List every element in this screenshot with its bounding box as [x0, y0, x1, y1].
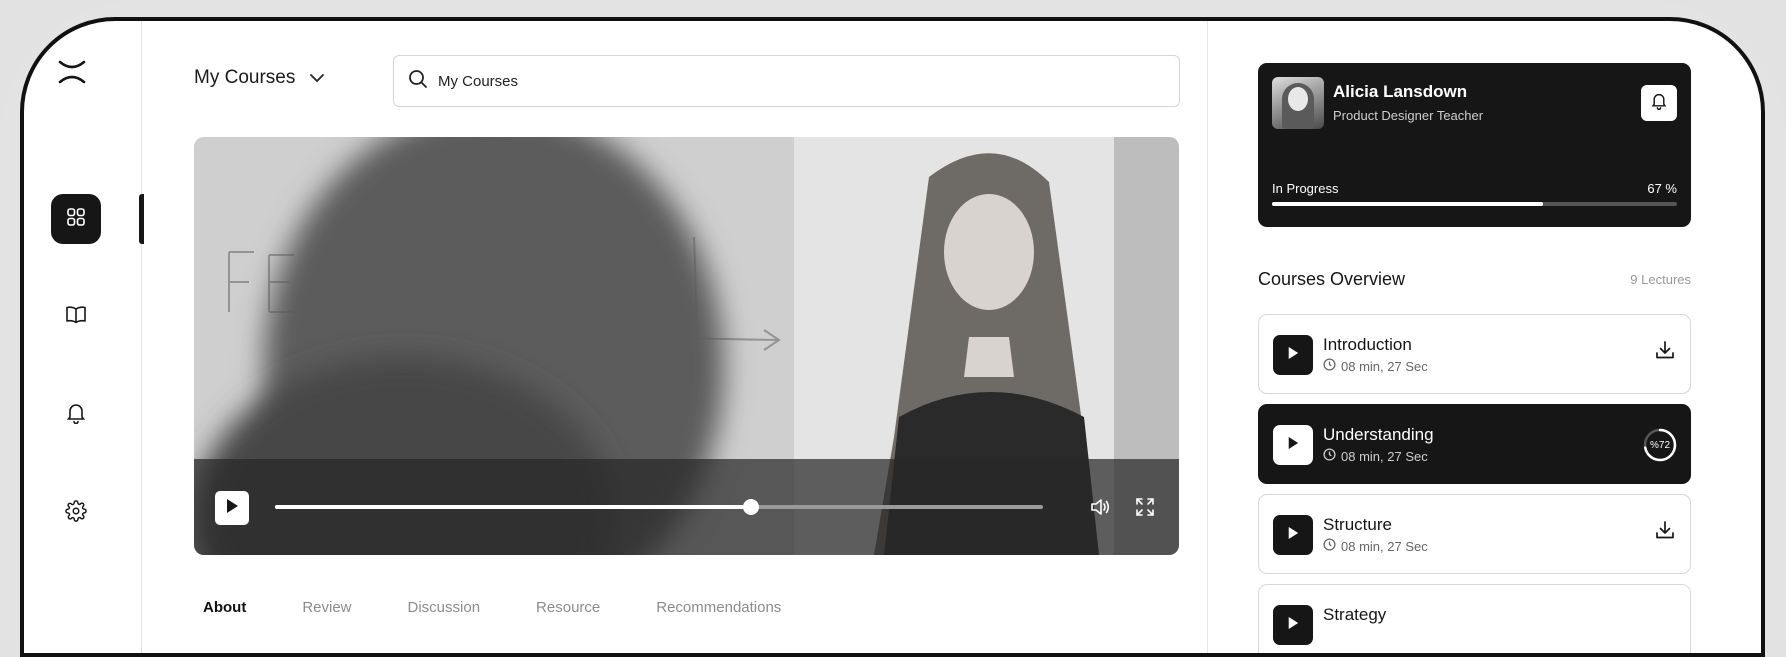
lecture-title: Strategy: [1323, 605, 1387, 624]
app-logo-icon[interactable]: [57, 57, 87, 87]
teacher-name: Alicia Lansdown: [1333, 82, 1468, 101]
overview-title: Courses Overview: [1258, 269, 1406, 289]
search-icon: [408, 69, 428, 94]
sidebar: [24, 21, 144, 653]
app-screen: My Courses My Courses About Review Discu…: [20, 17, 1765, 657]
lecture-item[interactable]: Structure 08 min, 27 Sec: [1258, 494, 1691, 574]
fullscreen-icon[interactable]: [1134, 496, 1156, 523]
course-tabs: About Review Discussion Resource Recomme…: [194, 599, 790, 616]
lecture-play-button[interactable]: [1273, 335, 1313, 375]
lecture-title: Structure: [1323, 515, 1392, 534]
tab-resource[interactable]: Resource: [527, 599, 609, 616]
tab-recommendations[interactable]: Recommendations: [647, 599, 790, 616]
lecture-title: Understanding: [1323, 425, 1434, 444]
main-content: My Courses My Courses About Review Discu…: [142, 21, 1208, 653]
lecture-item[interactable]: Introduction 08 min, 27 Sec: [1258, 314, 1691, 394]
lecture-duration: 08 min, 27 Sec: [1323, 448, 1428, 464]
device-frame: My Courses My Courses About Review Discu…: [0, 0, 1786, 657]
video-player[interactable]: [194, 137, 1179, 555]
gear-icon: [65, 499, 87, 527]
tab-about[interactable]: About: [194, 599, 255, 616]
clock-icon: [1323, 358, 1336, 374]
play-icon: [1287, 526, 1299, 545]
avatar[interactable]: [1272, 77, 1324, 129]
progress-label: In Progress: [1272, 181, 1339, 196]
play-icon: [1287, 346, 1299, 365]
course-progress-bar: [1272, 202, 1677, 206]
teacher-role: Product Designer Teacher: [1333, 108, 1484, 123]
play-icon: [225, 498, 239, 519]
progress-value: 67 %: [1647, 181, 1677, 196]
clock-icon: [1323, 538, 1336, 554]
download-icon[interactable]: [1654, 519, 1676, 546]
lecture-play-button[interactable]: [1273, 425, 1313, 465]
lecture-count: 9 Lectures: [1630, 272, 1691, 287]
play-button[interactable]: [215, 491, 249, 525]
tab-discussion[interactable]: Discussion: [399, 599, 490, 616]
play-icon: [1287, 436, 1299, 455]
play-icon: [1287, 616, 1299, 635]
video-seek-bar[interactable]: [275, 499, 1043, 515]
course-selector[interactable]: My Courses: [194, 67, 325, 89]
tab-review[interactable]: Review: [293, 599, 360, 616]
video-seek-progress: [275, 505, 752, 509]
bell-icon: [1651, 92, 1667, 115]
bell-icon: [66, 402, 86, 429]
sidebar-item-courses[interactable]: [51, 292, 101, 342]
lecture-progress-text: %72: [1649, 439, 1670, 451]
book-open-icon: [65, 305, 87, 330]
lecture-duration-text: 08 min, 27 Sec: [1341, 538, 1428, 554]
lecture-play-button[interactable]: [1273, 605, 1313, 645]
sidebar-item-dashboard[interactable]: [51, 194, 101, 244]
lecture-title: Introduction: [1323, 335, 1412, 354]
lecture-item-active[interactable]: Understanding 08 min, 27 Sec %72: [1258, 404, 1691, 484]
search-input[interactable]: [438, 72, 1138, 90]
sidebar-item-notifications[interactable]: [51, 390, 101, 440]
page-title: My Courses: [194, 67, 296, 88]
right-panel: Alicia Lansdown Product Designer Teacher…: [1208, 21, 1761, 653]
video-seek-handle[interactable]: [743, 499, 760, 515]
teacher-notification-button[interactable]: [1641, 85, 1677, 121]
lecture-duration: 08 min, 27 Sec: [1323, 358, 1428, 374]
lecture-item[interactable]: Strategy: [1258, 584, 1691, 653]
lecture-duration-text: 08 min, 27 Sec: [1341, 448, 1428, 464]
clock-icon: [1323, 448, 1336, 464]
lecture-duration-text: 08 min, 27 Sec: [1341, 358, 1428, 374]
lecture-duration: 08 min, 27 Sec: [1323, 538, 1428, 554]
volume-icon[interactable]: [1089, 496, 1111, 523]
teacher-card: Alicia Lansdown Product Designer Teacher…: [1258, 63, 1691, 227]
grid-icon: [66, 207, 86, 232]
download-icon[interactable]: [1654, 339, 1676, 366]
chevron-down-icon: [309, 67, 325, 89]
search-bar[interactable]: [393, 55, 1180, 107]
course-progress-fill: [1272, 202, 1544, 206]
video-controls: [194, 459, 1179, 555]
sidebar-item-settings[interactable]: [51, 488, 101, 538]
lecture-play-button[interactable]: [1273, 515, 1313, 555]
